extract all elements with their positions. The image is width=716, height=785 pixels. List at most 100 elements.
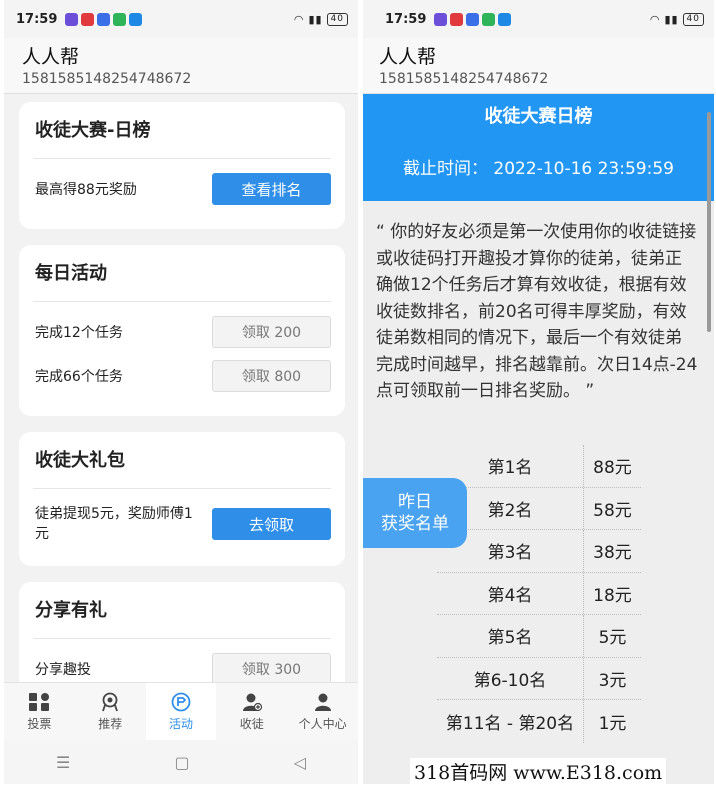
user-id: 1581585148254748672 [379,71,549,87]
prize-cell: 1元 [598,713,627,734]
app-notification-icon [450,12,464,26]
rank-cell: 第6-10名 [437,657,584,699]
system-nav-bar: ☰ ▢ ◁ [4,740,358,784]
tab-label: 投票 [27,716,52,731]
system-icons: ◠ ▮▮ 40 [293,12,348,26]
app-notification-icon [482,12,496,26]
task-desc: 完成12个任务 [35,325,123,341]
table-row: 第1名 88元 [437,445,641,488]
notification-icons [434,12,512,26]
app-header: 人人帮 1581585148254748672 [4,38,358,94]
prize-cell: 58元 [593,500,632,521]
status-bar: 17:59 ◠ ▮▮ 40 [4,0,358,38]
vote-icon [29,692,50,711]
card-desc: 徒弟提现5元，奖励师傅1元 [35,506,193,542]
tab-label: 收徒 [239,716,264,731]
user-id: 1581585148254748672 [22,71,192,87]
daily-activity-card: 每日活动 完成12个任务 领取 200 完成66个任务 领取 800 [19,245,345,416]
app-notification-icon [434,12,448,26]
app-notification-icon [65,12,79,26]
table-row: 第3名 38元 [437,530,641,573]
app-notification-icon [97,12,111,26]
signal-icon: ▮▮ [664,12,679,26]
app-header: 人人帮 1581585148254748672 [363,38,714,94]
wifi-icon: ◠ [649,12,661,26]
prize-cell: 18元 [593,585,632,606]
table-row: 第5名 5元 [437,615,641,658]
tab-disciple[interactable]: 收徒 [216,683,287,740]
activity-icon [171,692,191,711]
app-title: 人人帮 [379,46,437,68]
profile-icon [314,693,331,711]
tab-profile[interactable]: 个人中心 [287,683,358,740]
list-item: 完成12个任务 领取 200 [19,310,345,354]
prize-table: 第1名 88元 第2名 58元 第3名 38元 第4名 18元 第5名 5元 第6-10名… [437,445,641,743]
home-nav-icon[interactable]: ▢ [174,753,189,772]
battery-icon: 40 [682,12,704,26]
button-label-line1: 昨日 [398,492,432,512]
prize-cell: 88元 [593,458,632,479]
prize-cell: 5元 [598,628,627,649]
share-card: 分享有礼 分享趣投 领取 300 [19,582,345,692]
right-phone-screen: 17:59 ◠ ▮▮ 40 人人帮 1581585148254748672 收徒… [363,0,714,784]
tab-label: 活动 [168,716,193,731]
recommend-icon [102,692,119,711]
divider [33,301,331,302]
status-bar: 17:59 ◠ ▮▮ 40 [363,0,714,38]
card-title: 分享有礼 [35,600,107,621]
tab-label: 推荐 [98,716,123,731]
table-row: 第2名 58元 [437,487,641,530]
status-time: 17:59 [16,11,58,27]
app-notification-icon [129,12,143,26]
app-notification-icon [81,12,95,26]
yesterday-winners-button[interactable]: 昨日 获奖名单 [363,478,467,548]
status-time: 17:59 [385,11,427,27]
app-notification-icon [498,12,512,26]
menu-nav-icon[interactable]: ☰ [56,753,70,772]
gift-card: 收徒大礼包 徒弟提现5元，奖励师傅1元 去领取 [19,432,345,566]
card-title: 收徒大礼包 [35,450,125,471]
watermark: 318首码网 www.E318.com [410,758,667,785]
notification-icons [65,12,143,26]
go-claim-button[interactable]: 去领取 [212,508,331,540]
bottom-tab-bar: 投票 推荐 活动 收徒 个人中心 [4,682,358,740]
deadline-text: 截止时间： 2022-10-16 23:59:59 [403,159,674,179]
prize-cell: 3元 [598,670,627,691]
task-desc: 完成66个任务 [35,369,123,385]
battery-icon: 40 [326,12,348,26]
prize-cell: 38元 [593,543,632,564]
wifi-icon: ◠ [293,12,305,26]
app-title: 人人帮 [22,46,80,68]
signal-icon: ▮▮ [308,12,323,26]
tab-recommend[interactable]: 推荐 [75,683,146,740]
claim-200-button[interactable]: 领取 200 [212,316,331,348]
page-title: 收徒大赛日榜 [484,106,593,127]
claim-800-button[interactable]: 领取 800 [212,360,331,392]
card-title: 每日活动 [35,263,107,284]
back-nav-icon[interactable]: ◁ [294,753,306,772]
app-notification-icon [466,12,480,26]
tab-activity[interactable]: 活动 [145,683,217,740]
system-icons: ◠ ▮▮ 40 [649,12,704,26]
table-row: 第4名 18元 [437,572,641,615]
table-row: 第11名 - 第20名 1元 [437,700,641,743]
view-ranking-button[interactable]: 查看排名 [212,173,331,205]
add-disciple-icon [242,693,262,711]
app-notification-icon [113,12,127,26]
tab-vote[interactable]: 投票 [4,683,75,740]
button-label-line2: 获奖名单 [381,514,449,534]
daily-rank-card: 收徒大赛-日榜 最高得88元奖励 查看排名 [19,102,345,229]
card-desc: 分享趣投 [35,662,91,678]
table-row: 第6-10名 3元 [437,657,641,700]
left-phone-screen: 17:59 ◠ ▮▮ 40 人人帮 1581585148254748672 收徒… [4,0,358,784]
rank-cell: 第5名 [437,615,584,657]
tab-label: 个人中心 [298,716,347,731]
rank-header: 收徒大赛日榜 截止时间： 2022-10-16 23:59:59 [363,94,714,201]
rank-cell: 第4名 [437,572,584,614]
list-item: 完成66个任务 领取 800 [19,354,345,398]
rank-cell: 第11名 - 第20名 [437,700,584,743]
card-desc: 最高得88元奖励 [35,182,137,198]
scrollbar[interactable] [707,112,711,332]
claim-300-button[interactable]: 领取 300 [212,653,331,685]
rules-text: “ 你的好友必须是第一次使用你的收徒链接或收徒码打开趣投才算你的徒弟，徒弟正确做… [376,222,698,401]
